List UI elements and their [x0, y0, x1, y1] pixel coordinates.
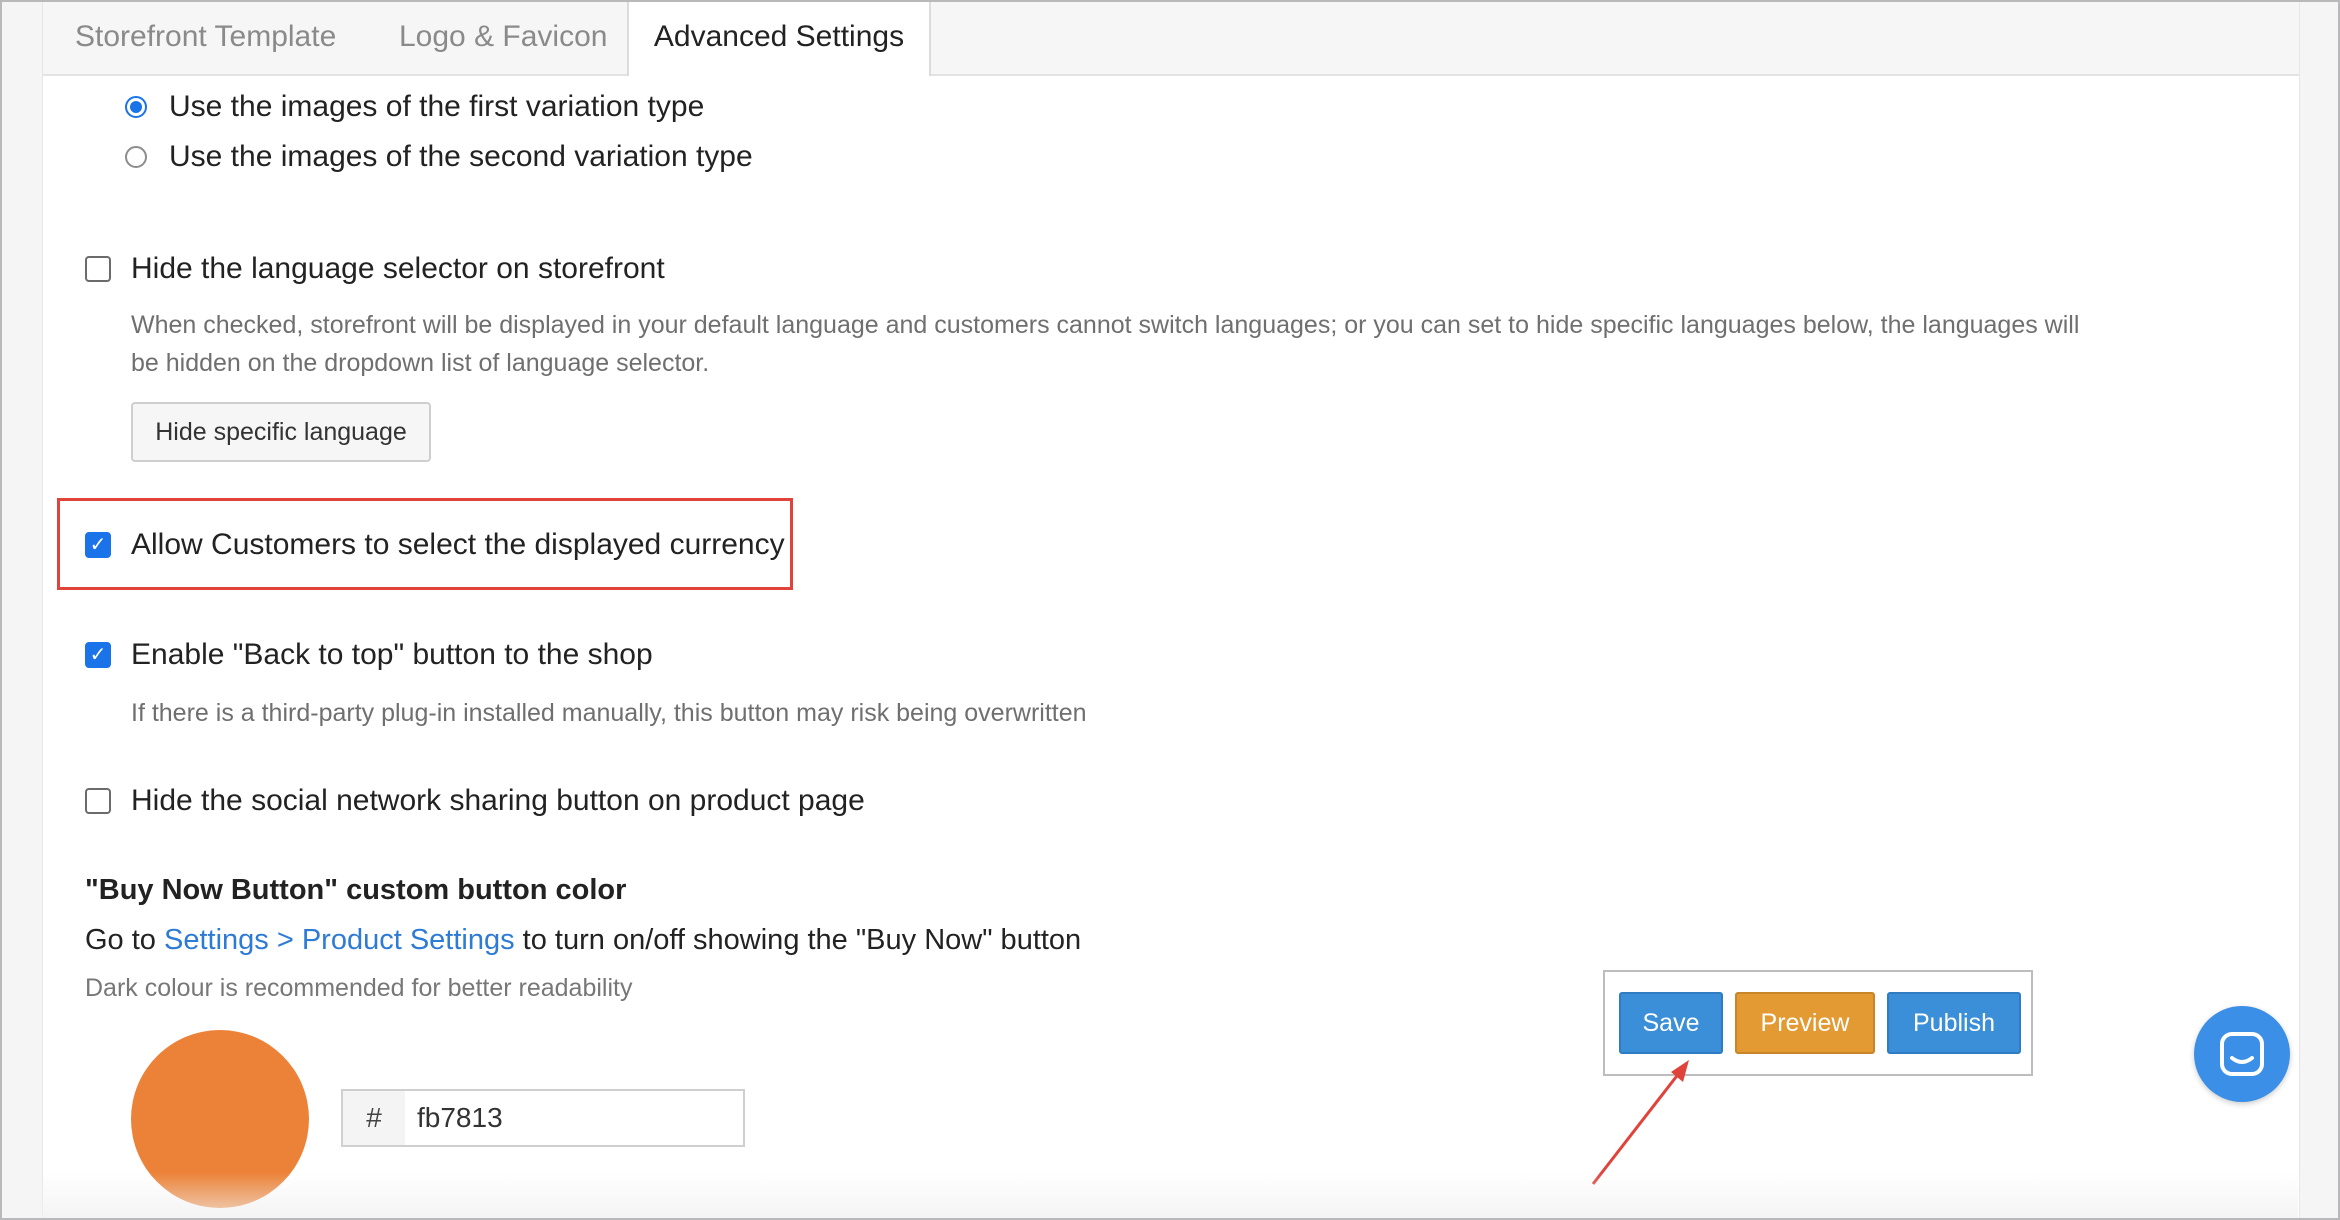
- tab-bar: Storefront Template Logo & Favicon Advan…: [43, 2, 2299, 76]
- currency-checkbox[interactable]: ✓: [85, 532, 111, 558]
- back-to-top-checkbox[interactable]: ✓: [85, 642, 111, 668]
- hide-language-checkbox[interactable]: [85, 256, 111, 282]
- bottom-fade: [42, 1172, 2298, 1218]
- settings-panel: Storefront Template Logo & Favicon Advan…: [42, 2, 2300, 1218]
- variation-option-second[interactable]: Use the images of the second variation t…: [125, 140, 753, 174]
- chat-icon: [2220, 1032, 2264, 1076]
- chat-launcher-button[interactable]: [2194, 1006, 2290, 1102]
- tab-advanced-settings[interactable]: Advanced Settings: [627, 2, 931, 76]
- annotation-arrow: [1591, 1060, 1689, 1185]
- publish-button[interactable]: Publish: [1887, 992, 2021, 1054]
- window-frame: Storefront Template Logo & Favicon Advan…: [0, 0, 2340, 1220]
- buy-now-goto-text: Go to Settings > Product Settings to tur…: [85, 924, 1081, 957]
- goto-prefix: Go to: [85, 924, 164, 956]
- dark-colour-note: Dark colour is recommended for better re…: [85, 974, 633, 1002]
- hide-specific-language-button[interactable]: Hide specific language: [131, 402, 431, 462]
- variation-option-first-label: Use the images of the first variation ty…: [169, 90, 705, 123]
- goto-suffix: to turn on/off showing the "Buy Now" but…: [514, 924, 1082, 956]
- hide-language-label: Hide the language selector on storefront: [131, 252, 665, 285]
- back-to-top-row[interactable]: ✓ Enable "Back to top" button to the sho…: [85, 638, 653, 672]
- social-share-checkbox[interactable]: [85, 788, 111, 814]
- tab-logo-favicon[interactable]: Logo & Favicon: [399, 2, 607, 74]
- currency-label: Allow Customers to select the displayed …: [131, 528, 785, 561]
- product-settings-link[interactable]: Settings > Product Settings: [164, 924, 515, 956]
- back-to-top-label: Enable "Back to top" button to the shop: [131, 638, 653, 671]
- tab-storefront-template[interactable]: Storefront Template: [75, 2, 336, 74]
- hex-color-input[interactable]: [405, 1089, 745, 1147]
- preview-button[interactable]: Preview: [1735, 992, 1875, 1054]
- back-to-top-help: If there is a third-party plug-in instal…: [131, 699, 1087, 727]
- hide-language-help-2: be hidden on the dropdown list of langua…: [131, 349, 710, 377]
- hide-language-help-1: When checked, storefront will be display…: [131, 311, 2080, 339]
- variation-option-second-label: Use the images of the second variation t…: [169, 140, 753, 173]
- buy-now-title: "Buy Now Button" custom button color: [85, 874, 627, 906]
- radio-second-variation[interactable]: [125, 146, 147, 168]
- currency-row[interactable]: ✓ Allow Customers to select the displaye…: [85, 528, 785, 562]
- social-share-label: Hide the social network sharing button o…: [131, 784, 865, 817]
- radio-first-variation[interactable]: [125, 96, 147, 118]
- variation-option-first[interactable]: Use the images of the first variation ty…: [125, 90, 704, 124]
- hex-prefix: #: [341, 1089, 407, 1147]
- save-button[interactable]: Save: [1619, 992, 1723, 1054]
- hide-language-row[interactable]: Hide the language selector on storefront: [85, 252, 665, 286]
- social-share-row[interactable]: Hide the social network sharing button o…: [85, 784, 865, 818]
